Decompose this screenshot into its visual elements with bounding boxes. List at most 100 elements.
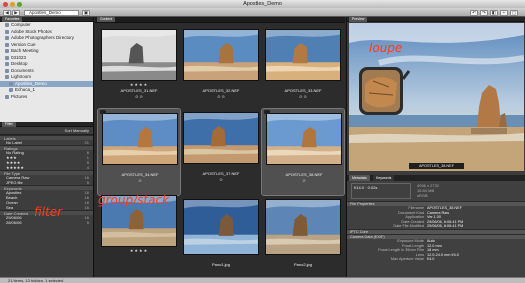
left-panel: Favorites Computer Adobe Stock Photos Adob… <box>0 17 94 280</box>
filter-count: 4 <box>86 165 89 170</box>
trash-icon[interactable]: ▢ <box>510 9 518 16</box>
thumbnail-caption: APOSTLES_32.NEF <box>202 88 240 93</box>
filter-count: 5 <box>86 180 89 185</box>
filter-panel: Sort Manually Labels No Label 21 Ratings No … <box>0 127 93 280</box>
file-badge-icon: ⊘ ⊘ <box>299 94 307 99</box>
forward-button[interactable]: ▶ <box>12 9 20 16</box>
preview-header: Preview <box>347 17 525 22</box>
filter-label: Sea <box>6 205 14 210</box>
folder-icon <box>5 29 9 34</box>
stack-cell[interactable]: APOSTLES_38.NEF ⊘ <box>261 108 345 196</box>
stack-count-icon[interactable] <box>264 110 270 114</box>
folder-icon <box>5 68 9 73</box>
thumbnail-caption: Pano1.jpg <box>211 262 230 267</box>
right-panel: Preview loupe APOSTLES_38.NEF Metadata K… <box>346 17 525 277</box>
preview-caption: APOSTLES_38.NEF <box>409 163 464 169</box>
filter-label: ★★★★★ <box>6 165 24 170</box>
status-text: 21 items, 13 hidden, 1 selected <box>8 278 64 283</box>
metadata-key: Date File Modified <box>393 224 424 229</box>
title-bar: Apostles_Demo <box>0 0 525 8</box>
thumbnail-cell[interactable]: Pano2.jpg <box>261 191 345 279</box>
exposure-box: f/14.0 · 0.02s <box>351 183 411 199</box>
thumbnail-image <box>265 29 341 81</box>
folder-icon <box>5 23 9 28</box>
favorites-header: Favorites <box>0 17 93 22</box>
close-icon[interactable] <box>3 1 8 7</box>
loupe-annotation: loupe <box>369 41 403 55</box>
thumbnail-caption: APOSTLES_34.NEF <box>121 172 159 177</box>
aperture-value: f/14.0 <box>354 185 365 190</box>
stack-count-icon[interactable] <box>100 110 106 114</box>
thumbnail-cell[interactable]: Pano1.jpg <box>179 191 263 279</box>
folder-icon <box>5 62 9 67</box>
content-header: Content <box>95 17 345 23</box>
filter-label: 28/06/06 <box>6 220 22 225</box>
rotate-right-icon[interactable]: ↷ <box>480 9 488 16</box>
tab-favorites[interactable]: Favorites <box>2 17 23 22</box>
thumbnail-cell[interactable]: ★★★★ APOSTLES_31.NEF ⊘ ⊘ <box>97 25 181 113</box>
folder-list: Computer Adobe Stock Photos Adobe Photogra… <box>0 22 93 122</box>
folder-icon <box>5 55 9 60</box>
folder-icon <box>5 94 9 99</box>
folder-icon <box>5 75 9 80</box>
file-badge-icon: ⊘ ⊘ <box>135 94 143 99</box>
refine-icon[interactable]: ◧ <box>490 9 498 16</box>
zoom-icon[interactable] <box>17 1 22 7</box>
metadata-row: Max Aperture Value f/4.0 <box>347 257 525 262</box>
file-badge-icon: ⊘ <box>138 178 142 183</box>
thumbnail-caption: APOSTLES_31.NEF <box>120 88 158 93</box>
file-summary: 4096 x 2732 15.84 MB sRGB <box>417 183 487 199</box>
filter-count: 5 <box>86 220 89 225</box>
thumbnail-image <box>183 29 259 81</box>
toolbar: ◀ ▶ Apostles_Demo ▣ ↶ ↷ ◧ + ▢ <box>0 8 525 17</box>
folder-icon <box>9 81 13 86</box>
loupe-icon[interactable] <box>359 67 411 115</box>
preview-image[interactable]: loupe APOSTLES_38.NEF <box>349 23 524 171</box>
thumbnail-image <box>183 112 259 164</box>
thumbnail-caption: APOSTLES_37.NEF <box>202 171 240 176</box>
file-badge-icon: ⊘ <box>302 178 306 183</box>
metadata-value: f/4.0 <box>427 257 435 262</box>
metadata-panel: f/14.0 · 0.02s 4096 x 2732 15.84 MB sRGB… <box>347 181 525 277</box>
thumbnail-image <box>102 113 178 165</box>
folder-item[interactable]: Pictures <box>0 94 93 101</box>
rating-stars[interactable]: ★★★★ <box>97 82 181 87</box>
thumbnail-cell[interactable]: APOSTLES_32.NEF ⊘ ⊘ <box>179 25 263 113</box>
folder-icon <box>5 49 9 54</box>
thumbnail-image <box>265 199 341 255</box>
thumbnail-cell[interactable]: APOSTLES_37.NEF ⊘ <box>179 108 263 196</box>
folder-icon[interactable]: ▣ <box>82 9 90 16</box>
thumbnail-caption: Pano2.jpg <box>293 262 312 267</box>
colorspace-value: sRGB <box>417 193 428 198</box>
file-badge-icon: ⊘ <box>219 177 223 182</box>
rotate-left-icon[interactable]: ↶ <box>470 9 478 16</box>
folder-icon <box>9 88 13 93</box>
stack-cell[interactable]: APOSTLES_34.NEF ⊘ <box>97 108 181 196</box>
thumbnail-image <box>101 29 177 81</box>
folder-icon <box>5 42 9 47</box>
filter-row[interactable]: 28/06/06 5 <box>0 220 93 225</box>
minimize-icon[interactable] <box>10 1 15 7</box>
new-folder-icon[interactable]: + <box>500 9 508 16</box>
camera-summary: f/14.0 · 0.02s 4096 x 2732 15.84 MB sRGB <box>347 181 525 201</box>
metadata-sections: File Properties Filename APOSTLES_38.NEF Do… <box>347 201 525 262</box>
back-button[interactable]: ◀ <box>3 9 11 16</box>
window-controls <box>3 1 22 7</box>
file-badge-icon: ⊘ ⊘ <box>217 94 225 99</box>
thumbnail-image <box>266 113 342 165</box>
sort-dropdown[interactable]: Sort Manually <box>0 127 93 135</box>
thumbnail-cell[interactable]: APOSTLES_33.NEF ⊘ ⊘ <box>261 25 345 113</box>
tab-content[interactable]: Content <box>97 17 116 22</box>
thumbnail-caption: APOSTLES_38.NEF <box>285 172 323 177</box>
path-dropdown[interactable]: Apostles_Demo <box>24 9 79 16</box>
metadata-value: 29/06/06, 6:06:41 PM <box>427 224 464 229</box>
rating-stars[interactable]: ★★★★ <box>97 248 181 253</box>
thumbnail-caption: APOSTLES_33.NEF <box>284 88 322 93</box>
content-panel: Content ★★★★ APOSTLES_31.NEF ⊘ ⊘ APOSTLES_3… <box>95 17 345 277</box>
window-title: Apostles_Demo <box>243 1 282 7</box>
filter-count: 21 <box>84 140 89 145</box>
status-bar: 21 items, 13 hidden, 1 selected <box>0 277 525 283</box>
folder-icon <box>5 36 9 41</box>
bridge-window: Apostles_Demo ◀ ▶ Apostles_Demo ▣ ↶ ↷ ◧ … <box>0 0 525 283</box>
tab-preview[interactable]: Preview <box>349 17 368 22</box>
